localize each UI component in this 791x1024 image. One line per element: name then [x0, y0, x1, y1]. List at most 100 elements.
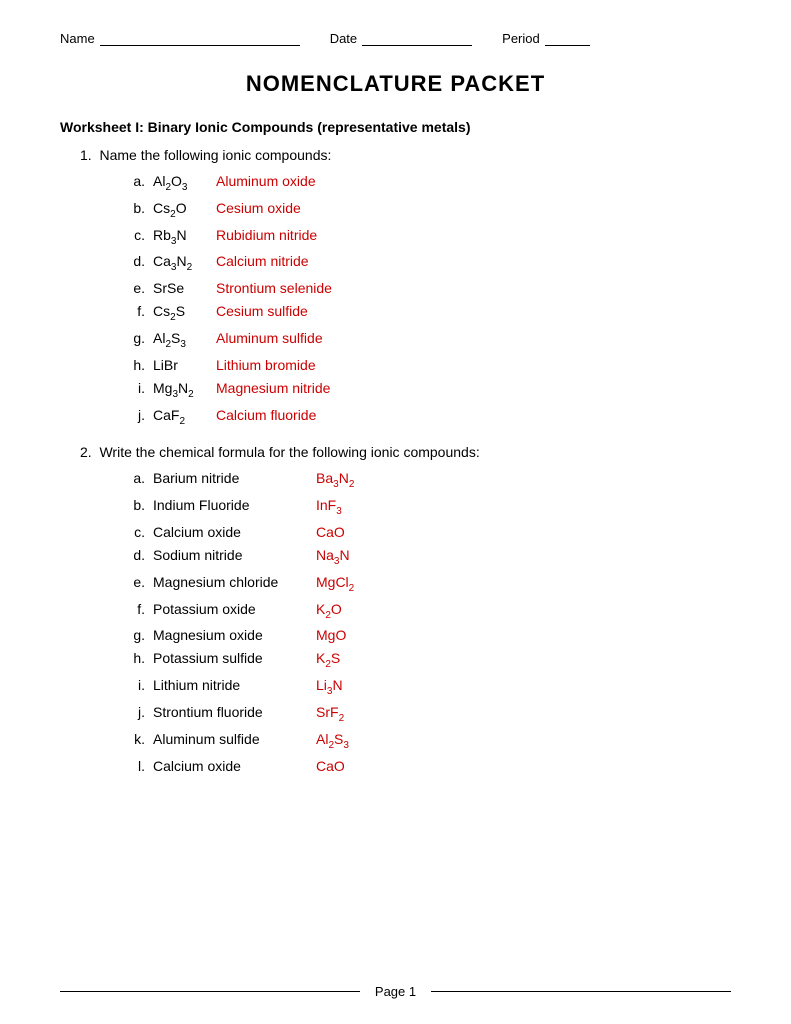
formula: Ca3N2 [153, 253, 208, 273]
item-label: c. [125, 227, 145, 243]
item-label: g. [125, 330, 145, 346]
item-label: h. [125, 650, 145, 666]
item-label: a. [125, 470, 145, 486]
list-item: e. Magnesium chloride MgCl2 [125, 574, 731, 594]
compound-name: Potassium sulfide [153, 650, 308, 666]
answer: Cesium oxide [216, 200, 301, 216]
list-item: l. Calcium oxide CaO [125, 758, 731, 774]
formula: SrSe [153, 280, 208, 296]
answer: MgO [316, 627, 346, 643]
answer: SrF2 [316, 704, 344, 724]
name-label: Name [60, 31, 95, 46]
question1: 1. Name the following ionic compounds: a… [60, 147, 731, 426]
answer: Magnesium nitride [216, 380, 330, 396]
answer: Strontium selenide [216, 280, 332, 296]
item-label: f. [125, 303, 145, 319]
footer-line-right [431, 991, 731, 992]
question1-items: a. Al2O3 Aluminum oxide b. Cs2O Cesium o… [125, 173, 731, 426]
formula: Al2O3 [153, 173, 208, 193]
list-item: d. Sodium nitride Na3N [125, 547, 731, 567]
list-item: g. Al2S3 Aluminum sulfide [125, 330, 731, 350]
item-label: l. [125, 758, 145, 774]
list-item: j. Strontium fluoride SrF2 [125, 704, 731, 724]
period-underline [545, 30, 590, 46]
page-footer: Page 1 [0, 984, 791, 999]
answer: Al2S3 [316, 731, 349, 751]
item-label: h. [125, 357, 145, 373]
name-field: Name [60, 30, 300, 46]
list-item: h. LiBr Lithium bromide [125, 357, 731, 373]
formula: LiBr [153, 357, 208, 373]
footer-line-left [60, 991, 360, 992]
answer: Li3N [316, 677, 343, 697]
answer: CaO [316, 758, 345, 774]
answer: Lithium bromide [216, 357, 316, 373]
compound-name: Calcium oxide [153, 524, 308, 540]
list-item: c. Rb3N Rubidium nitride [125, 227, 731, 247]
compound-name: Magnesium chloride [153, 574, 308, 590]
formula: CaF2 [153, 407, 208, 427]
date-label: Date [330, 31, 357, 46]
name-underline [100, 30, 300, 46]
item-label: d. [125, 547, 145, 563]
answer: K2S [316, 650, 340, 670]
compound-name: Sodium nitride [153, 547, 308, 563]
answer: Aluminum oxide [216, 173, 316, 189]
compound-name: Potassium oxide [153, 601, 308, 617]
answer: Calcium fluoride [216, 407, 316, 423]
formula: Cs2S [153, 303, 208, 323]
item-label: i. [125, 380, 145, 396]
item-label: b. [125, 200, 145, 216]
compound-name: Calcium oxide [153, 758, 308, 774]
list-item: a. Barium nitride Ba3N2 [125, 470, 731, 490]
answer: Ba3N2 [316, 470, 354, 490]
worksheet1-title: Worksheet I: Binary Ionic Compounds (rep… [60, 119, 731, 135]
page-title: Nomenclature Packet [60, 71, 731, 97]
answer: CaO [316, 524, 345, 540]
list-item: b. Cs2O Cesium oxide [125, 200, 731, 220]
answer: Na3N [316, 547, 350, 567]
item-label: i. [125, 677, 145, 693]
compound-name: Aluminum sulfide [153, 731, 308, 747]
list-item: f. Potassium oxide K2O [125, 601, 731, 621]
answer: MgCl2 [316, 574, 354, 594]
period-field: Period [502, 30, 590, 46]
answer: Rubidium nitride [216, 227, 317, 243]
list-item: f. Cs2S Cesium sulfide [125, 303, 731, 323]
item-label: c. [125, 524, 145, 540]
page-number: Page 1 [360, 984, 431, 999]
answer: Aluminum sulfide [216, 330, 323, 346]
item-label: j. [125, 407, 145, 423]
item-label: e. [125, 280, 145, 296]
formula: Cs2O [153, 200, 208, 220]
question2-text: 2. Write the chemical formula for the fo… [80, 444, 731, 460]
list-item: i. Lithium nitride Li3N [125, 677, 731, 697]
compound-name: Lithium nitride [153, 677, 308, 693]
answer: Cesium sulfide [216, 303, 308, 319]
list-item: b. Indium Fluoride InF3 [125, 497, 731, 517]
list-item: e. SrSe Strontium selenide [125, 280, 731, 296]
question2-items: a. Barium nitride Ba3N2 b. Indium Fluori… [125, 470, 731, 773]
answer: Calcium nitride [216, 253, 309, 269]
item-label: b. [125, 497, 145, 513]
item-label: e. [125, 574, 145, 590]
item-label: d. [125, 253, 145, 269]
compound-name: Strontium fluoride [153, 704, 308, 720]
formula: Rb3N [153, 227, 208, 247]
formula: Mg3N2 [153, 380, 208, 400]
header: Name Date Period [60, 30, 731, 46]
item-label: g. [125, 627, 145, 643]
item-label: k. [125, 731, 145, 747]
list-item: h. Potassium sulfide K2S [125, 650, 731, 670]
list-item: i. Mg3N2 Magnesium nitride [125, 380, 731, 400]
compound-name: Magnesium oxide [153, 627, 308, 643]
date-underline [362, 30, 472, 46]
question2: 2. Write the chemical formula for the fo… [60, 444, 731, 773]
formula: Al2S3 [153, 330, 208, 350]
answer: K2O [316, 601, 342, 621]
list-item: d. Ca3N2 Calcium nitride [125, 253, 731, 273]
answer: InF3 [316, 497, 342, 517]
list-item: j. CaF2 Calcium fluoride [125, 407, 731, 427]
list-item: k. Aluminum sulfide Al2S3 [125, 731, 731, 751]
compound-name: Barium nitride [153, 470, 308, 486]
